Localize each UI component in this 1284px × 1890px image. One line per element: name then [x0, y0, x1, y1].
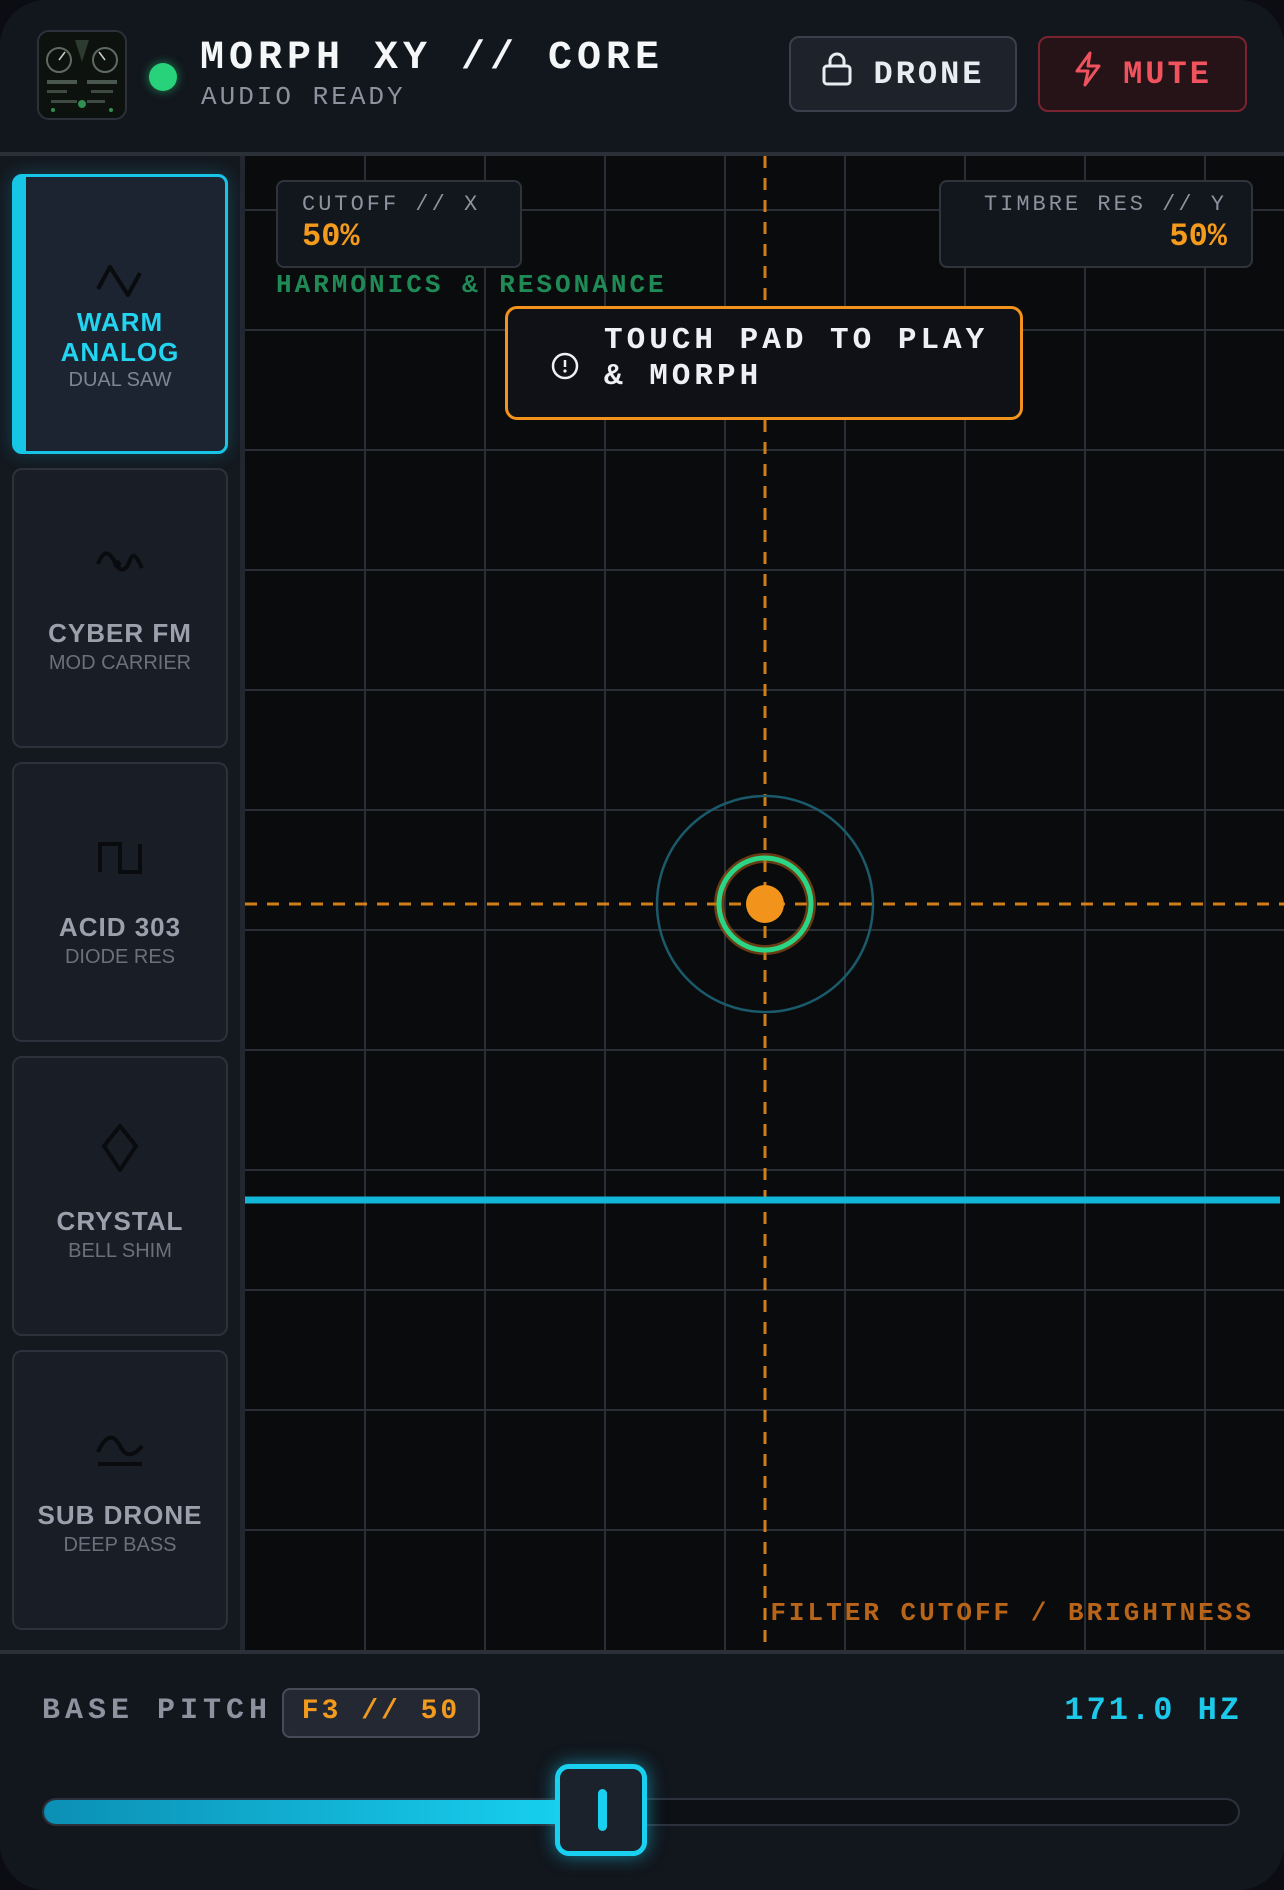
preset-name: SUB DRONE	[37, 1500, 203, 1530]
pitch-slider-fill	[44, 1800, 603, 1824]
preset-crystal[interactable]: CRYSTAL BELL SHIM	[12, 1056, 228, 1336]
audio-status: AUDIO READY	[201, 82, 406, 112]
lock-icon	[821, 52, 853, 96]
lightning-icon	[1073, 51, 1103, 97]
crystal-icon	[90, 1118, 150, 1178]
preset-cyber-fm[interactable]: CYBER FM MOD CARRIER	[12, 468, 228, 748]
timbre-label: TIMBRE RES // Y	[983, 192, 1227, 217]
y-axis-title: HARMONICS & RESONANCE	[276, 270, 667, 300]
pitch-note-badge: F3 // 50	[282, 1688, 480, 1738]
mute-button[interactable]: MUTE	[1038, 36, 1247, 112]
mute-button-label: MUTE	[1123, 55, 1212, 93]
pitch-panel: BASE PITCH F3 // 50 171.0 HZ	[0, 1650, 1284, 1890]
cutoff-readout: CUTOFF // X 50%	[276, 180, 522, 268]
touch-hint-text: TOUCH PAD TO PLAY & MORPH	[604, 323, 989, 394]
fm-wave-icon	[90, 530, 150, 590]
square-wave-icon	[90, 824, 150, 884]
timbre-readout: TIMBRE RES // Y 50%	[939, 180, 1253, 268]
pitch-slider-thumb[interactable]	[555, 1764, 647, 1856]
preset-subtitle: DUAL SAW	[68, 369, 172, 391]
preset-sidebar: WARM ANALOG DUAL SAW CYBER FM MOD CARRIE…	[0, 156, 245, 1650]
cutoff-value: 50%	[302, 218, 360, 255]
preset-name: WARM ANALOG	[60, 307, 180, 367]
preset-name: CRYSTAL	[56, 1206, 184, 1236]
preset-acid-303[interactable]: ACID 303 DIODE RES	[12, 762, 228, 1042]
drone-button-label: DRONE	[873, 55, 985, 93]
preset-sub-drone[interactable]: SUB DRONE DEEP BASS	[12, 1350, 228, 1630]
info-icon	[550, 351, 580, 386]
cursor-dot	[746, 885, 784, 923]
xy-pad[interactable]: CUTOFF // X 50% TIMBRE RES // Y 50% HARM…	[245, 156, 1284, 1650]
preset-subtitle: BELL SHIM	[68, 1240, 172, 1262]
preset-subtitle: DEEP BASS	[63, 1534, 177, 1556]
preset-subtitle: DIODE RES	[64, 946, 176, 968]
synth-app: MORPH XY // CORE AUDIO READY DRONE MUTE	[0, 0, 1284, 1890]
timbre-value: 50%	[1169, 218, 1227, 255]
app-title: MORPH XY // CORE	[200, 36, 665, 81]
sawtooth-wave-icon	[90, 247, 150, 307]
preset-name: CYBER FM	[48, 618, 192, 648]
drone-button[interactable]: DRONE	[789, 36, 1017, 112]
header-bar: MORPH XY // CORE AUDIO READY DRONE MUTE	[0, 0, 1284, 156]
app-thumbnail	[37, 30, 127, 120]
base-pitch-label: BASE PITCH	[42, 1694, 273, 1728]
pitch-frequency: 171.0 HZ	[1064, 1692, 1242, 1729]
preset-subtitle: MOD CARRIER	[48, 652, 192, 674]
slider-grip	[598, 1789, 607, 1831]
sine-wave-icon	[90, 1412, 150, 1472]
x-axis-title: FILTER CUTOFF / BRIGHTNESS	[770, 1598, 1254, 1628]
touch-hint: TOUCH PAD TO PLAY & MORPH	[505, 306, 1023, 420]
status-indicator-dot	[149, 63, 177, 91]
cutoff-label: CUTOFF // X	[302, 192, 481, 217]
preset-name: ACID 303	[58, 912, 182, 942]
preset-warm-analog[interactable]: WARM ANALOG DUAL SAW	[12, 174, 228, 454]
